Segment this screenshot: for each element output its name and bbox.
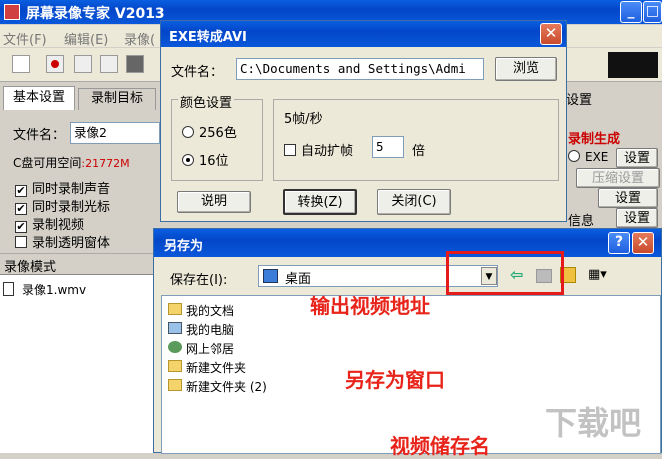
- app-icon: [4, 4, 20, 20]
- exe-dialog-title: EXE转成AVI: [169, 30, 247, 45]
- folder-label: 网上邻居: [186, 342, 235, 356]
- check-video[interactable]: ✔ 录制视频: [15, 214, 84, 233]
- left-panel: 文件名： 录像2 C盘可用空间:21772M ✔ 同时录制声音 ✔ 同时录制光标 ✔…: [0, 110, 160, 251]
- minimize-button[interactable]: _: [620, 1, 642, 23]
- fps-group: 5帧/秒 自动扩帧 5 倍: [273, 99, 559, 181]
- check-transparent[interactable]: 录制透明窗体: [15, 232, 110, 251]
- radio-icon: [568, 150, 580, 162]
- highlight-box: [446, 251, 564, 295]
- folder-label: 新建文件夹 (2): [186, 380, 267, 394]
- exe-label: EXE: [585, 150, 609, 164]
- record-icon[interactable]: [46, 55, 64, 73]
- pause-icon[interactable]: [74, 55, 92, 73]
- disk-label: C盘可用空间: [13, 156, 82, 170]
- radio-16bit[interactable]: 16位: [182, 150, 229, 169]
- gen-label: 录制生成: [568, 132, 621, 147]
- annotation-output-path: 输出视频地址: [310, 294, 430, 318]
- exe-dialog-title-bar: EXE转成AVI ✕: [161, 21, 566, 47]
- disk-space-label: C盘可用空间:21772M: [13, 154, 130, 171]
- desktop-icon: [263, 269, 278, 283]
- folder-item-my-documents[interactable]: 我的文档: [168, 302, 234, 319]
- compress-settings-button[interactable]: 压缩设置: [576, 168, 660, 188]
- times-input[interactable]: 5: [372, 136, 404, 158]
- folder-item-new-folder[interactable]: 新建文件夹: [168, 359, 246, 376]
- folder-label: 我的电脑: [186, 323, 235, 337]
- check-sound[interactable]: ✔ 同时录制声音: [15, 178, 110, 197]
- convert-button[interactable]: 转换(Z): [283, 189, 357, 215]
- maximize-button[interactable]: □: [643, 1, 662, 23]
- folder-icon: [168, 379, 182, 391]
- stop-icon[interactable]: [100, 55, 118, 73]
- times-unit: 倍: [412, 144, 426, 159]
- check-label: 同时录制光标: [32, 200, 111, 215]
- menu-record[interactable]: 录像(: [124, 29, 155, 48]
- check-label: 录制视频: [32, 218, 85, 233]
- tab-target[interactable]: 录制目标: [78, 88, 156, 110]
- checkbox-icon: [15, 236, 27, 248]
- folder-icon: [168, 360, 182, 372]
- folder-label: 我的文档: [186, 304, 235, 318]
- file-item[interactable]: 录像1.wmv: [22, 281, 86, 298]
- fps-label: 5帧/秒: [284, 112, 323, 127]
- close-button[interactable]: 关闭(C): [377, 189, 451, 215]
- info-label: 信息: [568, 214, 595, 229]
- exe-settings-button[interactable]: 设置: [616, 148, 658, 168]
- exe-filename-input[interactable]: C:\Documents and Settings\Admi: [236, 58, 484, 80]
- radio-256-label: 256色: [199, 126, 237, 141]
- disk-value: :21772M: [81, 157, 130, 170]
- radio-icon: [182, 126, 194, 138]
- radio-256[interactable]: 256色: [182, 122, 237, 141]
- browse-button[interactable]: 浏览: [495, 57, 557, 81]
- main-title: 屏幕录像专家 V2013: [26, 6, 165, 22]
- filename-label: 文件名：: [13, 128, 66, 143]
- watermark: 下载吧: [545, 404, 642, 442]
- radio-16bit-label: 16位: [199, 154, 229, 169]
- view-menu-icon[interactable]: ▦▾: [588, 267, 607, 282]
- file-icon: [3, 282, 14, 296]
- new-file-icon[interactable]: [12, 55, 30, 73]
- computer-icon: [168, 322, 182, 334]
- tab-basic[interactable]: 基本设置: [3, 86, 75, 110]
- save-dialog-title: 另存为: [164, 239, 204, 254]
- checkbox-icon: [284, 144, 296, 156]
- auto-expand-check[interactable]: 自动扩帧: [284, 140, 353, 159]
- help-icon[interactable]: ?: [608, 232, 630, 254]
- exe-dialog: EXE转成AVI ✕ 文件名： C:\Documents and Setting…: [160, 20, 567, 222]
- right-panel: 设置 录制生成 EXE 设置 压缩设置 设置 信息 设置: [562, 82, 662, 232]
- settings-button-3[interactable]: 设置: [616, 208, 658, 228]
- folder-item-new-folder-2[interactable]: 新建文件夹 (2): [168, 378, 267, 395]
- menu-file[interactable]: 文件(F): [3, 29, 47, 48]
- menu-edit[interactable]: 编辑(E): [64, 29, 108, 48]
- check-cursor[interactable]: ✔ 同时录制光标: [15, 196, 110, 215]
- annotation-video-name: 视频储存名: [390, 434, 490, 458]
- exe-filename-label: 文件名：: [171, 65, 224, 80]
- auto-expand-label: 自动扩帧: [301, 144, 354, 159]
- check-label: 同时录制声音: [32, 182, 111, 197]
- annotation-save-window: 另存为窗口: [345, 368, 445, 392]
- black-preview: [608, 52, 658, 78]
- radio-selected-icon: [182, 154, 194, 166]
- color-group: 颜色设置 256色 16位: [171, 92, 263, 181]
- help-button[interactable]: 说明: [177, 191, 251, 213]
- folder-icon: [168, 303, 182, 315]
- location-value: 桌面: [285, 272, 312, 287]
- right-tab[interactable]: 设置: [566, 89, 592, 108]
- mode-label: 录像模式: [4, 260, 57, 275]
- folder-item-my-computer[interactable]: 我的电脑: [168, 321, 234, 338]
- file-list: 录像1.wmv: [0, 274, 160, 453]
- exe-dialog-close-icon[interactable]: ✕: [540, 23, 562, 45]
- folder-item-network[interactable]: 网上邻居: [168, 340, 234, 357]
- filename-input[interactable]: 录像2: [70, 122, 160, 144]
- exe-radio[interactable]: EXE: [568, 150, 608, 164]
- settings-button-2[interactable]: 设置: [598, 188, 658, 208]
- color-group-label: 颜色设置: [178, 92, 235, 111]
- check-label: 录制透明窗体: [32, 236, 111, 251]
- camera-icon[interactable]: [126, 55, 144, 73]
- save-dialog-close-icon[interactable]: ✕: [632, 232, 654, 254]
- mode-header: 录像模式: [0, 253, 160, 275]
- save-in-label: 保存在(I):: [170, 273, 228, 288]
- network-icon: [168, 341, 182, 353]
- save-dialog-title-bar: 另存为 ? ✕: [154, 229, 661, 257]
- folder-label: 新建文件夹: [186, 361, 247, 375]
